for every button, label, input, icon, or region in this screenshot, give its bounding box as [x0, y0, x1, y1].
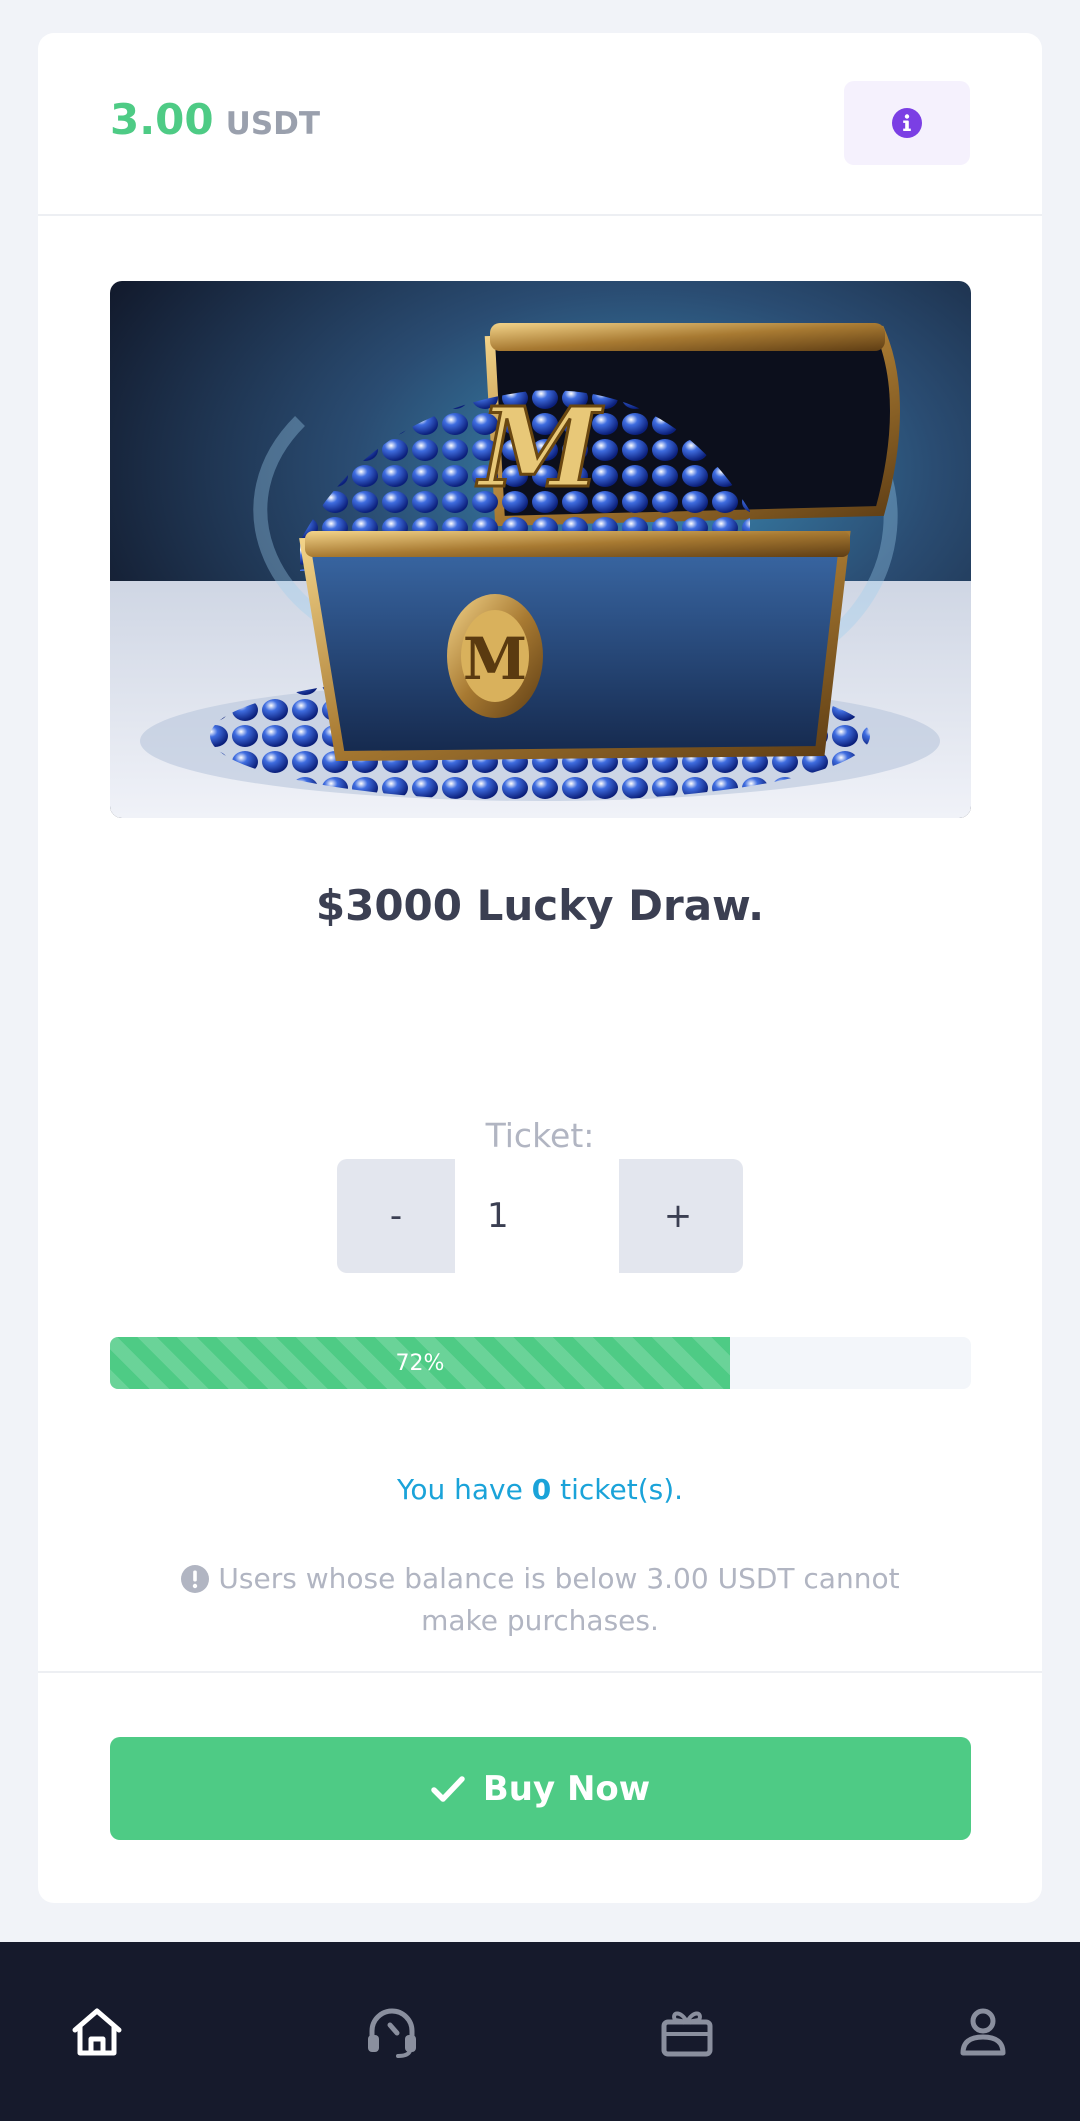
tickets-owned-prefix: You have [396, 1473, 523, 1506]
chest-emblem-letter: M [463, 625, 527, 693]
balance-notice: Users whose balance is below 3.00 USDT c… [138, 1558, 942, 1642]
price-display: 3.00 USDT [110, 95, 320, 144]
decrement-button[interactable]: - [337, 1159, 455, 1273]
buy-now-label: Buy Now [482, 1768, 651, 1809]
check-icon [431, 1775, 465, 1802]
exclamation-circle-icon [181, 1565, 210, 1593]
card-header: 3.00 USDT [38, 33, 1042, 216]
progress-label: 72% [395, 1350, 445, 1376]
info-button[interactable] [844, 81, 970, 165]
home-icon [72, 2008, 122, 2056]
tickets-owned-suffix: ticket(s). [560, 1473, 684, 1506]
support-headset-icon [368, 2008, 416, 2058]
increment-button[interactable]: + [619, 1159, 737, 1273]
quantity-stepper: - + [337, 1159, 743, 1273]
info-circle-icon [892, 108, 922, 138]
nav-home[interactable] [57, 1992, 137, 2072]
card-divider [38, 1671, 1042, 1673]
treasure-chest-illustration: M M [110, 281, 971, 818]
tickets-owned-count: 0 [531, 1473, 552, 1506]
nav-profile[interactable] [943, 1992, 1023, 2072]
price-value: 3.00 [110, 95, 214, 144]
quantity-input[interactable] [455, 1159, 619, 1273]
balance-notice-text: Users whose balance is below 3.00 USDT c… [218, 1562, 900, 1637]
bottom-navigation [0, 1942, 1080, 2121]
sales-progress-bar: 72% [110, 1337, 971, 1389]
chest-top-letter: M [475, 383, 604, 512]
lucky-draw-card: 3.00 USDT M M $3000 Lucky Draw. Ticket: … [38, 33, 1042, 1903]
nav-rewards[interactable] [647, 1992, 727, 2072]
product-title: $3000 Lucky Draw. [315, 881, 765, 930]
progress-fill: 72% [110, 1337, 730, 1389]
prize-image: M M [110, 281, 971, 818]
tickets-owned-text: You have 0 ticket(s). [38, 1473, 1042, 1506]
nav-support[interactable] [352, 1992, 432, 2072]
gift-card-icon [661, 2011, 713, 2057]
price-unit: USDT [225, 106, 321, 142]
ticket-label: Ticket: [485, 1116, 595, 1155]
user-profile-icon [960, 2008, 1006, 2056]
buy-now-button[interactable]: Buy Now [110, 1737, 971, 1840]
